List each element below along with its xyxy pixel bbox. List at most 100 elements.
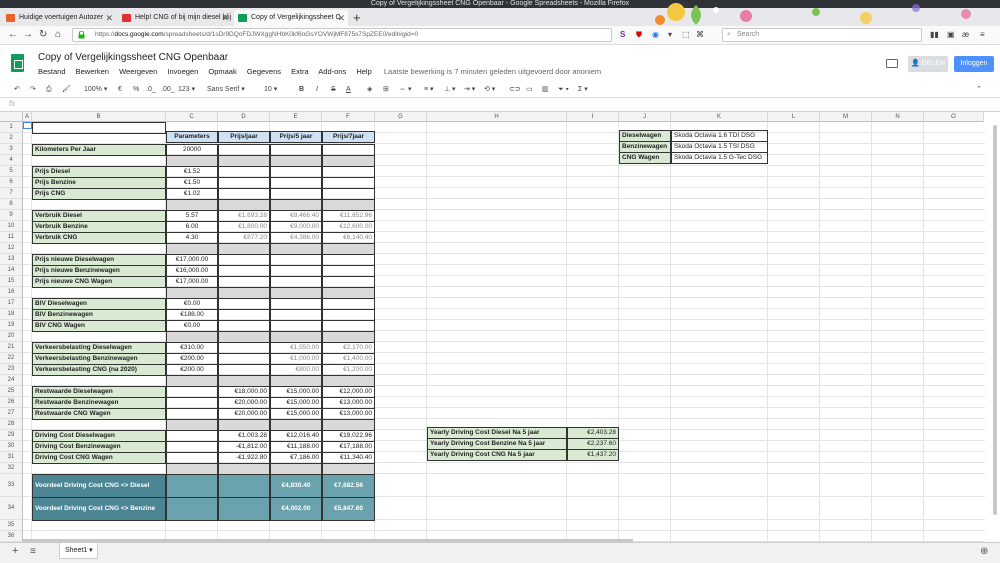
more-formats-select[interactable]: 123 ▾	[178, 85, 195, 95]
column-header-l[interactable]: L	[768, 112, 820, 122]
column-header-f[interactable]: F	[322, 112, 375, 122]
row-header[interactable]: 27	[0, 408, 23, 419]
column-header-d[interactable]: D	[218, 112, 270, 122]
column-header-e[interactable]: E	[270, 112, 322, 122]
login-button[interactable]: Inloggen	[954, 56, 994, 72]
row-label-31[interactable]: Driving Cost CNG Wagen	[32, 452, 166, 464]
close-icon[interactable]: ✕	[105, 10, 113, 26]
column-header-g[interactable]: G	[375, 112, 427, 122]
row-header[interactable]: 5	[0, 166, 23, 177]
row-header[interactable]: 4	[0, 155, 23, 166]
italic-icon[interactable]: I	[316, 85, 318, 95]
column-header-n[interactable]: N	[872, 112, 924, 122]
addon-icon-2[interactable]: ⌘	[696, 30, 704, 40]
font-size-select[interactable]: 10 ▾	[264, 85, 277, 95]
row-header[interactable]: 11	[0, 232, 23, 243]
vertical-align-icon[interactable]: ⊥ ▾	[444, 85, 456, 95]
row-header[interactable]: 8	[0, 199, 23, 210]
text-rotate-icon[interactable]: ⟲ ▾	[484, 85, 495, 95]
browser-tab-help-cng[interactable]: Help! CNG of bij mijn diesel blij ✕	[118, 10, 232, 26]
car-label-cng[interactable]: CNG Wagen	[619, 152, 671, 164]
text-wrap-icon[interactable]: ⇥ ▾	[464, 85, 475, 95]
bookmark-menu-icon[interactable]: ▾	[668, 30, 672, 40]
row-header[interactable]: 21	[0, 342, 23, 353]
row-header[interactable]: 28	[0, 419, 23, 430]
strikethrough-icon[interactable]: S	[331, 85, 336, 95]
row-header[interactable]: 30	[0, 441, 23, 452]
row-header[interactable]: 23	[0, 364, 23, 375]
percent-format-button[interactable]: %	[133, 85, 139, 95]
doc-title[interactable]: Copy of Vergelijkingssheet CNG Openbaar	[38, 52, 228, 63]
zoom-select[interactable]: 100% ▾	[84, 85, 107, 95]
row-header[interactable]: 36	[0, 531, 23, 542]
cell-d33[interactable]	[218, 474, 270, 498]
forward-icon[interactable]: →	[23, 28, 33, 42]
menu-extra[interactable]: Extra	[291, 67, 309, 76]
print-icon[interactable]: ⎙	[46, 85, 52, 95]
row-header[interactable]: 16	[0, 287, 23, 298]
row-header[interactable]: 2	[0, 133, 23, 144]
row-header[interactable]: 24	[0, 375, 23, 386]
row-header[interactable]: 35	[0, 520, 23, 531]
row-header[interactable]: 10	[0, 221, 23, 232]
translate-icon[interactable]: æ	[962, 30, 969, 40]
header-prijs-7-jaar[interactable]: Prijs/7jaar	[322, 131, 375, 143]
horizontal-align-icon[interactable]: ≡ ▾	[424, 85, 434, 95]
home-icon[interactable]: ⌂	[55, 28, 61, 42]
row-header[interactable]: 3	[0, 144, 23, 155]
row-header[interactable]: 20	[0, 331, 23, 342]
cell-f33[interactable]: €7,682.56	[322, 474, 375, 498]
menu-icon[interactable]: ≡	[980, 30, 985, 40]
currency-format-button[interactable]: €	[118, 85, 122, 95]
fill-color-icon[interactable]: ◈	[367, 85, 372, 95]
share-button[interactable]: 👤 DELEN	[908, 56, 948, 72]
row-header[interactable]: 19	[0, 320, 23, 331]
row-label-11[interactable]: Verbruik CNG	[32, 232, 166, 244]
yearly-label-cng[interactable]: Yearly Driving Cost CNG Na 5 jaar	[427, 449, 567, 461]
row-label-7[interactable]: Prijs CNG	[32, 188, 166, 200]
comments-icon[interactable]	[886, 59, 898, 68]
close-icon[interactable]: ✕	[337, 10, 345, 26]
redo-icon[interactable]: ↷	[30, 85, 36, 95]
row-header[interactable]: 13	[0, 254, 23, 265]
vertical-scrollbar[interactable]	[993, 125, 997, 515]
row-header[interactable]: 1	[0, 122, 23, 133]
font-select[interactable]: Sans Serif ▾	[207, 85, 245, 95]
select-all-corner[interactable]	[0, 112, 23, 122]
yearly-value-cng[interactable]: €1,437.20	[567, 449, 619, 461]
row-header[interactable]: 9	[0, 210, 23, 221]
text-color-icon[interactable]: A	[346, 85, 351, 95]
row-label-34[interactable]: Voordeel Driving Cost CNG <> Benzine	[32, 497, 166, 521]
ublock-icon[interactable]: ⛊	[636, 30, 642, 40]
menu-help[interactable]: Help	[356, 67, 371, 76]
browser-tab-spreadsheet[interactable]: Copy of Vergelijkingssheet C ✕	[234, 10, 348, 26]
last-edit-link[interactable]: Laatste bewerking is 7 minuten geleden u…	[384, 67, 601, 76]
merge-cells-icon[interactable]: ⇔ ▾	[399, 85, 411, 95]
increase-decimals-button[interactable]: .00_	[161, 85, 175, 95]
row-header[interactable]: 7	[0, 188, 23, 199]
cell-f34[interactable]: €5,847.60	[322, 497, 375, 521]
row-label-23[interactable]: Verkeersbelasting CNG (na 2020)	[32, 364, 166, 376]
row-header[interactable]: 15	[0, 276, 23, 287]
addon-icon-1[interactable]: ⬚	[682, 30, 690, 40]
row-label-27[interactable]: Restwaarde CNG Wagen	[32, 408, 166, 420]
insert-comment-icon[interactable]: ▭	[526, 85, 533, 95]
explore-icon[interactable]: ⊕	[980, 546, 988, 557]
bold-icon[interactable]: B	[299, 85, 304, 95]
insert-link-icon[interactable]: ⊂⊃	[509, 85, 521, 95]
row-header[interactable]: 17	[0, 298, 23, 309]
row-label-3[interactable]: Kilometers Per Jaar	[32, 144, 166, 156]
header-prijs-5-jaar[interactable]: Prijs/5 jaar	[270, 131, 322, 143]
borders-icon[interactable]: ⊞	[383, 85, 389, 95]
search-input[interactable]: ⌕ Search	[722, 28, 922, 42]
close-icon[interactable]: ✕	[221, 10, 229, 26]
reload-icon[interactable]: ↻	[39, 28, 47, 42]
menu-bewerken[interactable]: Bewerken	[76, 67, 109, 76]
row-header[interactable]: 31	[0, 452, 23, 463]
menu-weergeven[interactable]: Weergeven	[119, 67, 157, 76]
row-header[interactable]: 14	[0, 265, 23, 276]
sidebar-icon[interactable]: ▣	[947, 30, 955, 40]
cell-e34[interactable]: €4,002.00	[270, 497, 322, 521]
column-header-b[interactable]: B	[32, 112, 166, 122]
row-header[interactable]: 26	[0, 397, 23, 408]
